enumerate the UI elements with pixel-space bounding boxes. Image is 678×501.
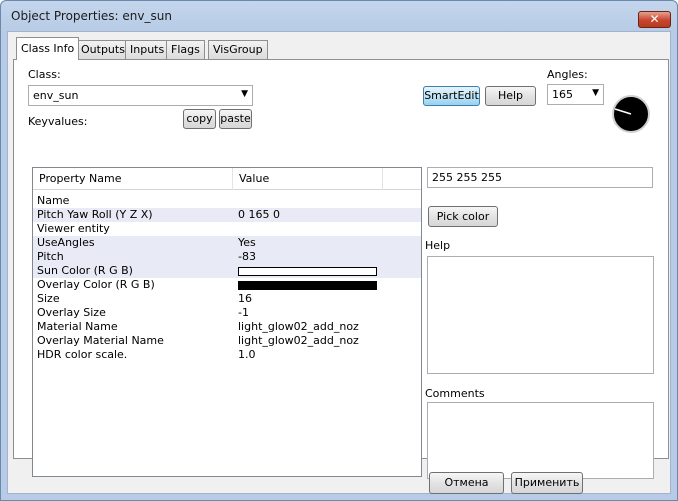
class-label: Class: (28, 68, 61, 81)
overlay-color-swatch (238, 281, 377, 290)
pick-color-button[interactable]: Pick color (428, 206, 498, 227)
table-row[interactable]: Material Name light_glow02_add_noz (33, 320, 421, 334)
copy-button-label: copy (186, 112, 213, 125)
paste-button[interactable]: paste (219, 109, 252, 129)
angles-label: Angles: (547, 68, 588, 81)
table-row[interactable]: Viewer entity (33, 222, 421, 236)
tab-class-info[interactable]: Class Info (16, 37, 80, 60)
table-row[interactable]: Overlay Color (R G B) (33, 278, 421, 292)
table-row[interactable]: Size 16 (33, 292, 421, 306)
tab-label: VisGroup (213, 43, 263, 56)
property-value-cell: light_glow02_add_noz (238, 320, 359, 333)
close-icon: ✕ (649, 12, 660, 26)
table-row[interactable]: HDR color scale. 1.0 (33, 348, 421, 362)
dialog-client-area: Class Info Outputs Inputs Flags VisGroup… (7, 31, 671, 494)
angle-dial-icon[interactable] (611, 94, 651, 134)
tab-label: Class Info (21, 42, 75, 55)
angles-combobox[interactable]: 165 ▼ (547, 84, 604, 105)
table-row[interactable]: Overlay Material Name light_glow02_add_n… (33, 334, 421, 348)
dropdown-arrow-icon: ▼ (241, 89, 248, 99)
property-name-cell: Name (37, 194, 70, 207)
help-label: Help (425, 239, 451, 252)
table-row[interactable]: Name (33, 194, 421, 208)
tab-inputs[interactable]: Inputs (125, 40, 170, 59)
dropdown-arrow-icon: ▼ (592, 88, 599, 98)
property-name-cell: Size (37, 292, 60, 305)
property-value-cell: Yes (238, 236, 256, 249)
value-edit-text: 255 255 255 (432, 171, 502, 184)
apply-button[interactable]: Применить (511, 472, 583, 494)
close-button[interactable]: ✕ (638, 11, 671, 28)
window-title: Object Properties: env_sun (11, 9, 172, 23)
property-value-cell: 16 (238, 292, 252, 305)
property-name-cell: Pitch Yaw Roll (Y Z X) (37, 208, 153, 221)
title-bar[interactable]: Object Properties: env_sun ✕ (1, 1, 677, 31)
table-row[interactable]: Overlay Size -1 (33, 306, 421, 320)
help-button[interactable]: Help (485, 86, 536, 106)
property-value-cell: 0 165 0 (238, 208, 280, 221)
tab-label: Inputs (130, 43, 165, 56)
cancel-button-label: Отмена (444, 476, 489, 489)
table-row[interactable]: Sun Color (R G B) (33, 264, 421, 278)
smartedit-toggle[interactable]: SmartEdit (423, 86, 480, 106)
property-name-cell: Overlay Size (37, 306, 106, 319)
table-row[interactable]: Pitch Yaw Roll (Y Z X) 0 165 0 (33, 208, 421, 222)
pick-color-label: Pick color (436, 210, 490, 223)
value-edit-field[interactable]: 255 255 255 (427, 167, 653, 188)
angles-value: 165 (552, 88, 573, 101)
class-info-panel: Class: env_sun ▼ Keyvalues: copy paste S… (13, 59, 669, 479)
property-value-cell: -1 (238, 306, 249, 319)
property-value-cell: light_glow02_add_noz (238, 334, 359, 347)
tab-label: Outputs (81, 43, 125, 56)
property-value-cell: 1.0 (238, 348, 256, 361)
cancel-button[interactable]: Отмена (429, 472, 504, 494)
help-button-label: Help (497, 89, 524, 102)
apply-button-label: Применить (514, 476, 580, 489)
object-properties-window: Object Properties: env_sun ✕ Class Info … (0, 0, 678, 501)
tab-label: Flags (171, 43, 200, 56)
comments-textbox[interactable] (427, 402, 654, 479)
table-rows: Name Pitch Yaw Roll (Y Z X) 0 165 0 View… (33, 194, 421, 362)
keyvalues-table[interactable]: Property Name Value Name Pitch Yaw Roll … (32, 167, 422, 477)
tab-flags[interactable]: Flags (166, 40, 205, 59)
property-name-cell: Pitch (37, 250, 64, 263)
paste-button-label: paste (220, 112, 251, 125)
property-name-cell: HDR color scale. (37, 348, 128, 361)
property-name-cell: Viewer entity (37, 222, 110, 235)
smartedit-label: SmartEdit (424, 89, 479, 102)
tab-outputs[interactable]: Outputs (76, 40, 130, 59)
sun-color-swatch (238, 267, 377, 276)
tab-visgroup[interactable]: VisGroup (208, 40, 268, 59)
keyvalues-label: Keyvalues: (28, 115, 88, 128)
class-combobox[interactable]: env_sun ▼ (28, 85, 253, 106)
column-header-filler (383, 168, 421, 190)
copy-button[interactable]: copy (183, 109, 216, 129)
table-row[interactable]: Pitch -83 (33, 250, 421, 264)
property-name-cell: UseAngles (37, 236, 95, 249)
property-name-cell: Sun Color (R G B) (37, 264, 133, 277)
comments-label: Comments (425, 387, 485, 400)
class-value: env_sun (33, 89, 79, 102)
property-name-cell: Overlay Color (R G B) (37, 278, 155, 291)
property-name-cell: Material Name (37, 320, 118, 333)
table-header: Property Name Value (33, 168, 421, 190)
column-header-property-name[interactable]: Property Name (33, 168, 233, 190)
table-row[interactable]: UseAngles Yes (33, 236, 421, 250)
property-value-cell: -83 (238, 250, 256, 263)
help-textbox[interactable] (427, 256, 654, 374)
property-name-cell: Overlay Material Name (37, 334, 164, 347)
column-header-value[interactable]: Value (233, 168, 383, 190)
